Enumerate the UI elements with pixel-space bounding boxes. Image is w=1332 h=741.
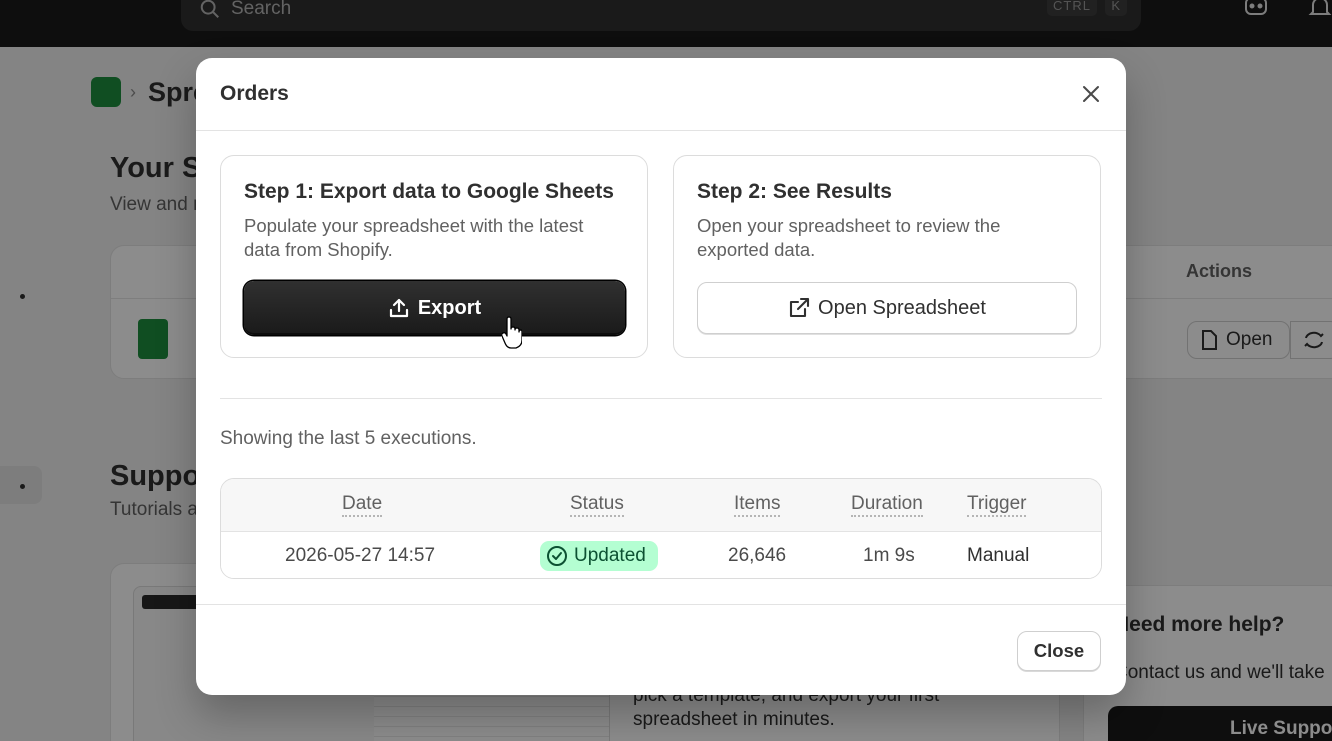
column-items-label: Items [734, 493, 781, 517]
open-spreadsheet-label: Open Spreadsheet [818, 296, 986, 319]
export-button-label: Export [417, 296, 482, 319]
section-divider [220, 398, 1102, 399]
step2-card: Step 2: See Results Open your spreadshee… [673, 155, 1101, 358]
column-duration[interactable]: Duration [851, 479, 923, 531]
external-link-icon [789, 297, 810, 318]
status-badge: Updated [540, 540, 658, 571]
cell-duration: 1m 9s [863, 544, 915, 566]
cell-items: 26,646 [728, 544, 787, 566]
column-status[interactable]: Status [570, 479, 624, 531]
table-row: 2026-05-27 14:57 Updated 26,646 1m 9s Ma… [221, 532, 1101, 578]
close-icon [1083, 86, 1099, 102]
modal-footer: Close [196, 604, 1126, 695]
open-spreadsheet-button[interactable]: Open Spreadsheet [697, 282, 1077, 334]
column-duration-label: Duration [851, 493, 923, 517]
cell-trigger: Manual [967, 544, 1030, 566]
export-button[interactable]: Export [244, 281, 625, 335]
column-status-label: Status [570, 493, 624, 517]
orders-modal: Orders Step 1: Export data to Google She… [196, 58, 1126, 695]
modal-close-x-button[interactable] [1076, 79, 1106, 109]
table-header: Date Status Items Duration Trigger [221, 479, 1101, 532]
executions-table: Date Status Items Duration Trigger 2026-… [220, 478, 1102, 579]
cell-status: Updated [540, 532, 658, 578]
column-date-label: Date [342, 493, 383, 517]
step1-title: Step 1: Export data to Google Sheets [244, 180, 614, 203]
column-trigger-label: Trigger [967, 493, 1027, 517]
check-circle-icon [547, 545, 567, 566]
step1-description: Populate your spreadsheet with the lates… [244, 215, 584, 260]
modal-title: Orders [220, 82, 289, 105]
column-date[interactable]: Date [342, 479, 383, 531]
modal-header: Orders [196, 58, 1126, 131]
step2-title: Step 2: See Results [697, 180, 892, 203]
step2-description: Open your spreadsheet to review the expo… [697, 215, 1001, 260]
step1-card: Step 1: Export data to Google Sheets Pop… [220, 155, 648, 358]
cell-date: 2026-05-27 14:57 [285, 544, 436, 566]
upload-icon [389, 298, 408, 318]
status-label: Updated [574, 544, 646, 566]
column-trigger[interactable]: Trigger [967, 479, 1027, 531]
close-button[interactable]: Close [1017, 631, 1101, 671]
hand-cursor-icon [502, 316, 522, 349]
column-items[interactable]: Items [734, 479, 781, 531]
executions-summary: Showing the last 5 executions. [220, 428, 477, 449]
